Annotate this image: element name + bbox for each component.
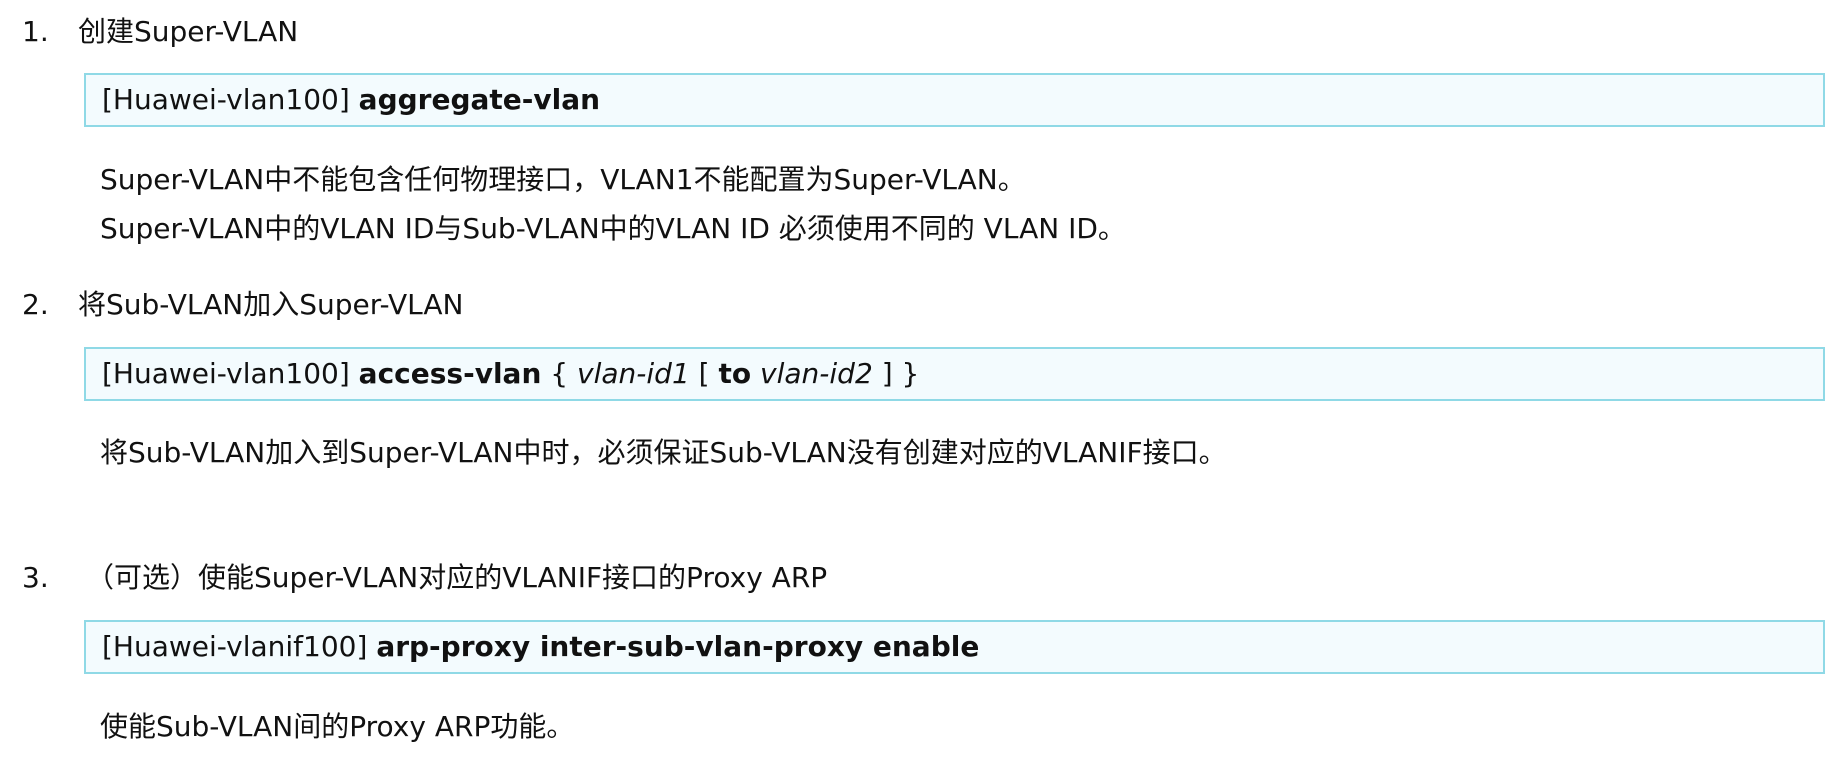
step-1-number: 1. <box>22 15 49 48</box>
command-prompt: [Huawei-vlan100] <box>102 83 350 116</box>
command-keyword: arp-proxy inter-sub-vlan-proxy enable <box>376 630 980 663</box>
brace-close: } <box>901 357 920 390</box>
command-keyword: aggregate-vlan <box>358 83 601 116</box>
param-vlan-id2: vlan-id2 <box>760 357 873 390</box>
step-1-note-1: Super-VLAN中不能包含任何物理接口，VLAN1不能配置为Super-VL… <box>100 163 1026 196</box>
step-1-title: 创建Super-VLAN <box>78 15 299 48</box>
brace-open: { <box>550 357 569 390</box>
step-3-number: 3. <box>22 561 49 594</box>
step-1-command-box: [Huawei-vlan100] aggregate-vlan <box>84 73 1825 127</box>
keyword-to: to <box>718 357 752 390</box>
bracket-open: [ <box>698 357 710 390</box>
step-3-note-1: 使能Sub-VLAN间的Proxy ARP功能。 <box>100 710 575 743</box>
step-1-note-2: Super-VLAN中的VLAN ID与Sub-VLAN中的VLAN ID 必须… <box>100 212 1126 245</box>
step-2-note-1: 将Sub-VLAN加入到Super-VLAN中时，必须保证Sub-VLAN没有创… <box>100 436 1227 469</box>
bracket-close: ] <box>881 357 893 390</box>
param-vlan-id1: vlan-id1 <box>577 357 690 390</box>
step-2-title: 将Sub-VLAN加入Super-VLAN <box>78 288 464 321</box>
step-2-number: 2. <box>22 288 49 321</box>
step-3-command-box: [Huawei-vlanif100] arp-proxy inter-sub-v… <box>84 620 1825 674</box>
command-prompt: [Huawei-vlanif100] <box>102 630 368 663</box>
command-keyword: access-vlan <box>358 357 542 390</box>
command-prompt: [Huawei-vlan100] <box>102 357 350 390</box>
step-2-command-box: [Huawei-vlan100] access-vlan { vlan-id1 … <box>84 347 1825 401</box>
step-3-title: （可选）使能Super-VLAN对应的VLANIF接口的Proxy ARP <box>86 561 828 594</box>
